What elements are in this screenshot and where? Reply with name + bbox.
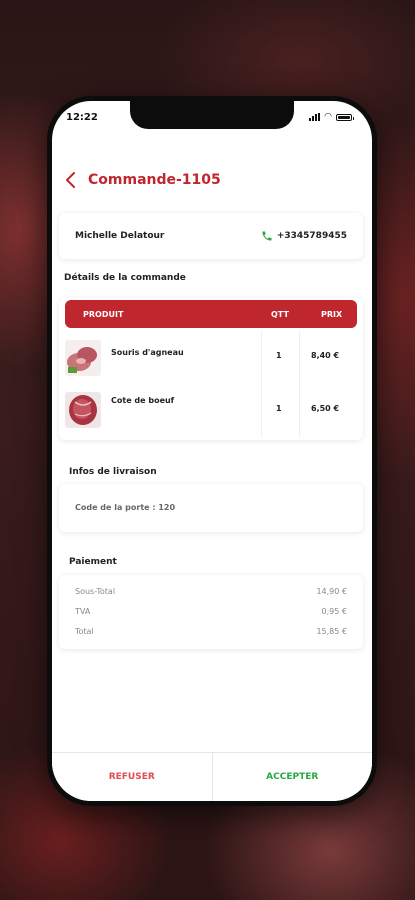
order-table-header: PRODUIT QTT PRIX	[65, 300, 357, 328]
phone-frame: 12:22 ◠ Commande-1105 Michelle Delatour …	[47, 96, 377, 806]
app-screen: 12:22 ◠ Commande-1105 Michelle Delatour …	[52, 101, 372, 801]
payment-value: 15,85 €	[316, 627, 347, 636]
product-image-lamb	[65, 340, 101, 376]
payment-card: Sous-Total 14,90 € TVA 0,95 € Total 15,8…	[59, 575, 363, 649]
table-row: Souris d'agneau 1 8,40 €	[59, 332, 363, 384]
item-name: Cote de boeuf	[111, 396, 175, 405]
notch	[130, 101, 294, 129]
delivery-card: Code de la porte : 120	[59, 484, 363, 532]
call-customer-button[interactable]: +3345789455	[261, 230, 347, 242]
payment-title: Paiement	[69, 557, 117, 567]
table-row: Cote de boeuf 1 6,50 €	[59, 384, 363, 436]
product-image-beef	[65, 392, 101, 428]
phone-icon[interactable]	[261, 230, 273, 242]
back-arrow-icon[interactable]	[64, 171, 78, 189]
item-name: Souris d'agneau	[111, 348, 184, 357]
action-bar: REFUSER ACCEPTER	[52, 752, 372, 801]
delivery-title: Infos de livraison	[69, 467, 157, 477]
payment-label: Total	[75, 627, 94, 636]
payment-label: TVA	[75, 607, 91, 616]
customer-card: Michelle Delatour +3345789455	[59, 213, 363, 259]
customer-name: Michelle Delatour	[75, 231, 165, 241]
item-price: 6,50 €	[311, 404, 340, 413]
payment-row-tva: TVA 0,95 €	[75, 607, 347, 616]
payment-row-subtotal: Sous-Total 14,90 €	[75, 587, 347, 596]
refuse-button[interactable]: REFUSER	[52, 753, 213, 801]
item-qty: 1	[276, 404, 282, 413]
column-price: PRIX	[321, 310, 343, 319]
door-code: Code de la porte : 120	[75, 503, 176, 512]
payment-row-total: Total 15,85 €	[75, 627, 347, 636]
item-qty: 1	[276, 351, 282, 360]
status-icons: ◠	[309, 112, 354, 122]
status-time: 12:22	[66, 112, 98, 123]
page-title: Commande-1105	[88, 172, 221, 188]
header: Commande-1105	[64, 171, 221, 189]
customer-phone[interactable]: +3345789455	[277, 231, 347, 241]
payment-value: 14,90 €	[316, 587, 347, 596]
accept-button[interactable]: ACCEPTER	[213, 753, 373, 801]
payment-value: 0,95 €	[321, 607, 347, 616]
item-price: 8,40 €	[311, 351, 340, 360]
order-table: PRODUIT QTT PRIX Souris d'agneau 1 8,40 …	[59, 298, 363, 440]
column-qty: QTT	[271, 310, 289, 319]
column-product: PRODUIT	[83, 310, 124, 319]
wifi-icon: ◠	[324, 112, 332, 122]
order-details-title: Détails de la commande	[64, 273, 186, 283]
payment-label: Sous-Total	[75, 587, 116, 596]
battery-icon	[336, 113, 354, 121]
signal-icon	[309, 113, 321, 121]
